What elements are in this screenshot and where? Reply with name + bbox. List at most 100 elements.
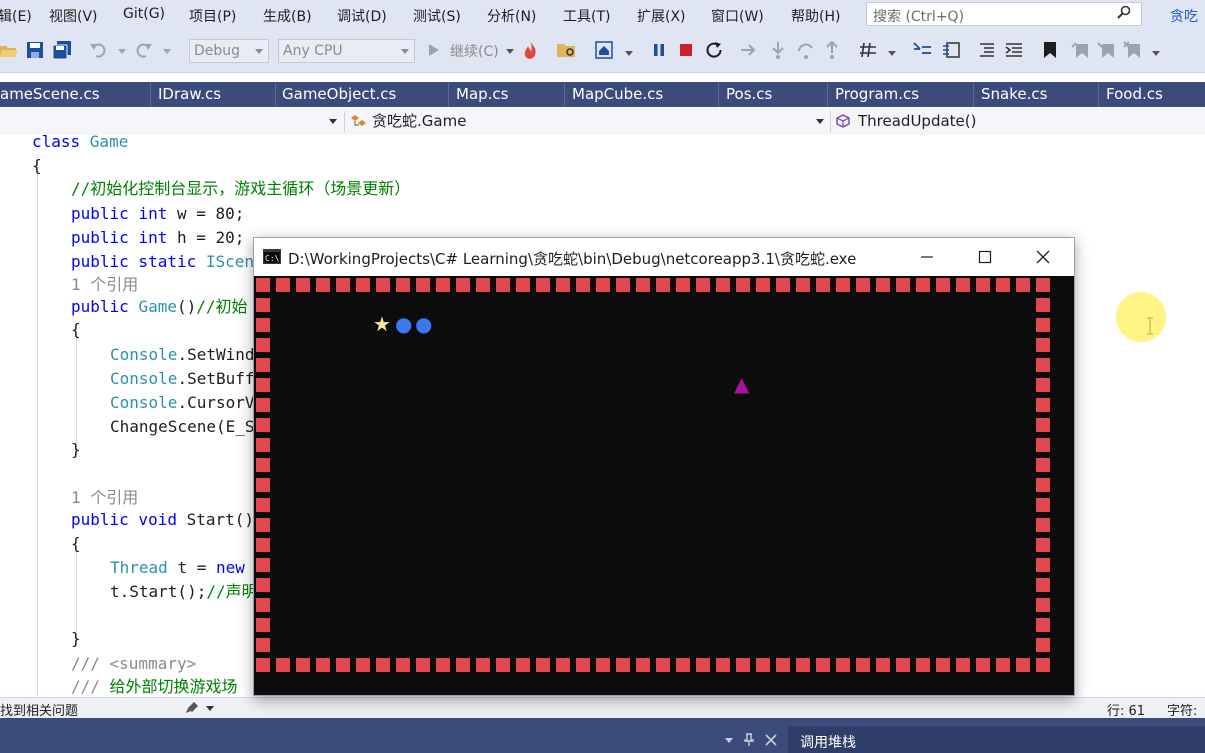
chevron-down-icon[interactable] xyxy=(888,51,896,56)
type-select[interactable]: 贪吃蛇.Game xyxy=(350,110,828,132)
show-next-statement-icon[interactable] xyxy=(740,43,758,57)
divider xyxy=(344,111,345,132)
menu-analyze[interactable]: 分析(N) xyxy=(487,6,536,26)
bookmark-icon[interactable] xyxy=(1043,41,1057,59)
stop-icon[interactable] xyxy=(680,44,692,56)
code-line: } xyxy=(71,629,81,648)
menu-build[interactable]: 生成(B) xyxy=(263,6,312,26)
wall-block xyxy=(1036,518,1050,532)
wall-block xyxy=(716,278,730,292)
close-icon[interactable] xyxy=(765,734,777,746)
wall-block xyxy=(316,278,330,292)
code-line: /// <summary> xyxy=(71,654,197,673)
browse-folder-icon[interactable] xyxy=(557,41,577,59)
tab-label: Snake.cs xyxy=(981,85,1048,103)
tab-gameobject[interactable]: GameObject.cs xyxy=(276,82,449,107)
restart-icon[interactable] xyxy=(705,41,723,59)
tab-idraw[interactable]: IDraw.cs xyxy=(151,82,276,107)
wall-block xyxy=(976,658,990,672)
hot-reload-icon[interactable] xyxy=(522,40,538,60)
tab-label: MapCube.cs xyxy=(572,85,664,103)
console-title-bar[interactable]: C:\ D:\WorkingProjects\C# Learning\贪吃蛇\b… xyxy=(254,238,1074,276)
search-input[interactable]: 搜索 (Ctrl+Q) xyxy=(866,2,1142,26)
code-line: ChangeScene(E_S xyxy=(110,417,255,436)
platform-value: Any CPU xyxy=(283,43,343,59)
undo-dropdown-icon[interactable] xyxy=(118,49,126,54)
wall-block xyxy=(296,278,310,292)
redo-icon[interactable] xyxy=(134,42,152,58)
tab-mapcube[interactable]: MapCube.cs xyxy=(565,82,719,107)
wall-block xyxy=(356,658,370,672)
wall-block xyxy=(416,658,430,672)
menu-edit[interactable]: 辑(E) xyxy=(0,6,32,26)
hex-display-icon[interactable] xyxy=(860,42,878,58)
wall-block xyxy=(956,658,970,672)
clear-bookmarks-icon[interactable] xyxy=(1123,41,1141,59)
pin-icon[interactable] xyxy=(743,733,755,747)
wall-block xyxy=(876,278,890,292)
comment-lines-icon[interactable] xyxy=(979,42,995,58)
tab-pos[interactable]: Pos.cs xyxy=(719,82,828,107)
code-line: Thread t = new xyxy=(110,558,245,577)
menu-git[interactable]: Git(G) xyxy=(123,6,165,22)
home-icon[interactable] xyxy=(595,41,613,59)
save-all-icon[interactable] xyxy=(52,40,72,60)
member-select-value: ThreadUpdate() xyxy=(858,112,977,130)
step-over-icon[interactable] xyxy=(797,41,815,59)
tab-program[interactable]: Program.cs xyxy=(828,82,974,107)
menu-tools[interactable]: 工具(T) xyxy=(563,6,610,26)
code-line: class Game xyxy=(32,135,129,151)
wall-block xyxy=(776,658,790,672)
config-select[interactable]: Debug xyxy=(189,39,269,63)
stack-frame-icon[interactable] xyxy=(941,41,961,59)
tab-food[interactable]: Food.cs xyxy=(1099,82,1205,107)
pause-icon[interactable] xyxy=(653,43,665,57)
search-icon[interactable] xyxy=(1117,5,1131,19)
project-dropdown-icon[interactable] xyxy=(329,119,337,124)
tab-call-stack[interactable]: 调用堆栈 xyxy=(788,726,1205,753)
cleanup-brush-icon[interactable] xyxy=(185,701,199,714)
issues-status[interactable]: 找到相关问题 xyxy=(0,700,78,719)
tab-gamescene[interactable]: ameScene.cs xyxy=(0,82,151,107)
prev-bookmark-icon[interactable] xyxy=(1071,41,1089,59)
member-select[interactable]: ThreadUpdate() xyxy=(836,110,1205,132)
close-icon[interactable] xyxy=(1036,250,1050,264)
menu-debug[interactable]: 调试(D) xyxy=(337,6,387,26)
wall-block xyxy=(696,278,710,292)
open-folder-icon[interactable] xyxy=(0,41,18,59)
menu-view[interactable]: 视图(V) xyxy=(49,6,98,26)
next-bookmark-icon[interactable] xyxy=(1097,41,1115,59)
threads-icon[interactable] xyxy=(912,41,932,59)
chevron-down-icon[interactable] xyxy=(625,51,633,56)
chevron-down-icon[interactable] xyxy=(725,738,733,743)
reference-count[interactable]: 1 个引用 xyxy=(71,488,138,508)
uncomment-lines-icon[interactable] xyxy=(1005,42,1023,58)
chevron-down-icon[interactable] xyxy=(206,706,214,711)
chevron-down-icon[interactable] xyxy=(1152,51,1160,56)
step-out-icon[interactable] xyxy=(824,41,840,59)
continue-dropdown-icon[interactable] xyxy=(506,49,514,54)
menu-help[interactable]: 帮助(H) xyxy=(791,6,840,26)
platform-select[interactable]: Any CPU xyxy=(278,39,415,63)
play-icon[interactable] xyxy=(428,43,440,57)
menu-window[interactable]: 窗口(W) xyxy=(711,6,764,26)
maximize-icon[interactable] xyxy=(978,250,992,264)
menu-extensions[interactable]: 扩展(X) xyxy=(637,6,686,26)
menu-test[interactable]: 测试(S) xyxy=(413,6,461,26)
wall-block xyxy=(256,478,270,492)
tab-snake[interactable]: Snake.cs xyxy=(974,82,1099,107)
save-icon[interactable] xyxy=(26,41,44,59)
redo-dropdown-icon[interactable] xyxy=(163,49,171,54)
undo-icon[interactable] xyxy=(90,42,108,58)
tab-map[interactable]: Map.cs xyxy=(449,82,565,107)
menu-project[interactable]: 项目(P) xyxy=(189,6,236,26)
wall-block xyxy=(1036,418,1050,432)
wall-block xyxy=(896,658,910,672)
step-into-icon[interactable] xyxy=(770,41,786,59)
reference-count[interactable]: 1 个引用 xyxy=(71,275,138,295)
wall-block xyxy=(256,578,270,592)
minimize-icon[interactable] xyxy=(920,250,934,264)
console-window[interactable]: C:\ D:\WorkingProjects\C# Learning\贪吃蛇\b… xyxy=(253,237,1075,696)
tab-label: ameScene.cs xyxy=(0,85,100,103)
continue-button[interactable]: 继续(C) xyxy=(450,41,499,61)
